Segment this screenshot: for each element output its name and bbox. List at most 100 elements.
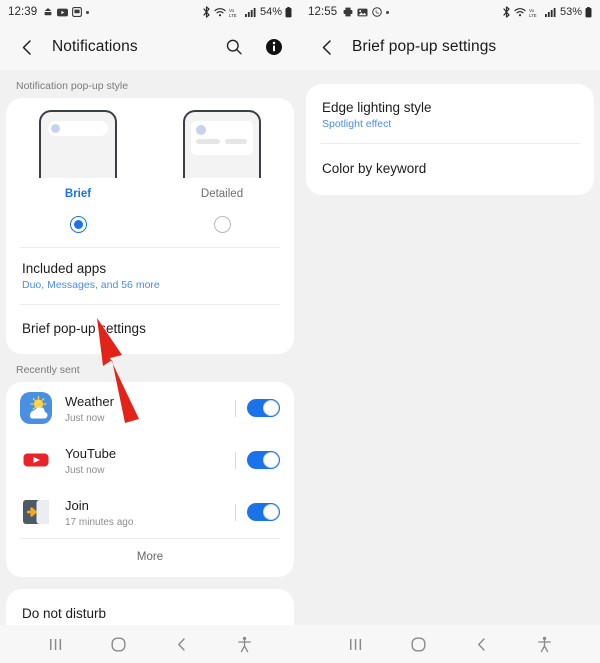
app-name: Join	[65, 497, 89, 513]
text-bar	[225, 139, 247, 144]
status-time: 12:39	[8, 6, 38, 18]
app-time: Just now	[65, 464, 105, 476]
screenshot-pair: 12:39 Vo LTE 54% Notifications Notificat…	[0, 0, 600, 663]
recents-icon[interactable]	[341, 631, 371, 657]
accessibility-icon[interactable]	[230, 631, 260, 657]
style-label-brief: Brief	[64, 188, 92, 200]
battery-percent: 53%	[559, 6, 582, 18]
right-phone-screen: 12:55 Vo LTE 53% Brief pop-up settings E…	[300, 0, 600, 663]
dnd-card: Do not disturb	[6, 589, 294, 625]
toggle-knob	[263, 452, 279, 468]
home-icon[interactable]	[404, 631, 434, 657]
list-item[interactable]: Join 17 minutes ago	[6, 486, 294, 538]
included-apps-row[interactable]: Included apps Duo, Messages, and 56 more	[6, 248, 294, 304]
status-notification-icons	[43, 7, 90, 17]
edge-lighting-style-row[interactable]: Edge lighting style Spotlight effect	[306, 84, 594, 143]
radio-brief[interactable]	[69, 216, 87, 233]
settings-content: Notification pop-up style Brief Detailed…	[0, 70, 300, 625]
lte-data-icon: Vo LTE	[229, 7, 242, 18]
notification-avatar-dot	[51, 124, 60, 133]
toggle-knob	[263, 400, 279, 416]
color-by-keyword-row[interactable]: Color by keyword	[306, 144, 594, 195]
divider	[235, 399, 236, 417]
brief-popup-settings-title: Brief pop-up settings	[22, 321, 146, 336]
radio-detailed[interactable]	[213, 216, 231, 233]
text-bar	[196, 139, 220, 144]
style-radio-group	[6, 206, 294, 247]
battery-percent: 54%	[259, 6, 282, 18]
recently-sent-card: Weather Just now YouTube Just now Join 1…	[6, 382, 294, 577]
search-icon[interactable]	[222, 35, 246, 59]
brief-popup-settings-row[interactable]: Brief pop-up settings	[6, 305, 294, 354]
style-option-detailed[interactable]: Detailed	[150, 110, 294, 200]
app-info: YouTube Just now	[65, 445, 235, 476]
recents-icon[interactable]	[41, 631, 71, 657]
included-apps-subtitle: Duo, Messages, and 56 more	[22, 279, 160, 291]
edge-lighting-style-title: Edge lighting style	[322, 100, 432, 115]
back-icon[interactable]	[467, 631, 497, 657]
radio-cell-brief	[6, 216, 150, 233]
edge-lighting-style-subtitle: Spotlight effect	[322, 118, 392, 130]
lte-data-icon: Vo LTE	[529, 7, 542, 18]
message-icon	[72, 7, 83, 17]
youtube-app-icon	[20, 444, 52, 476]
app-info: Weather Just now	[65, 393, 235, 424]
popup-style-card: Brief Detailed Included apps Duo, Messag…	[6, 98, 294, 354]
battery-icon	[585, 6, 592, 18]
battery-icon	[285, 6, 292, 18]
youtube-icon	[57, 8, 69, 17]
style-option-brief[interactable]: Brief	[6, 110, 150, 200]
brief-preview-image	[39, 110, 117, 178]
notification-text-bars	[196, 139, 249, 144]
more-button[interactable]: More	[6, 539, 294, 577]
status-notification-icons	[343, 7, 390, 17]
app-bar: Notifications	[0, 24, 300, 70]
svg-text:LTE: LTE	[229, 13, 237, 18]
home-icon[interactable]	[104, 631, 134, 657]
app-info: Join 17 minutes ago	[65, 497, 235, 528]
navigation-bar	[0, 625, 300, 663]
toggle-knob	[263, 504, 279, 520]
brief-notification-mock	[48, 121, 108, 136]
wifi-icon	[514, 7, 526, 17]
status-bar: 12:39 Vo LTE 54%	[0, 0, 300, 24]
detailed-notification-mock	[191, 121, 253, 155]
signal-bars-icon	[244, 7, 256, 17]
do-not-disturb-title: Do not disturb	[22, 606, 107, 621]
divider	[235, 451, 236, 469]
back-arrow-icon[interactable]	[14, 34, 40, 60]
app-notification-icon	[43, 7, 53, 17]
app-toggle[interactable]	[247, 503, 280, 521]
popup-style-section-label: Notification pop-up style	[16, 80, 129, 92]
radio-cell-detailed	[150, 216, 294, 233]
notification-avatar-dot	[196, 125, 206, 135]
print-icon	[343, 7, 353, 17]
color-by-keyword-title: Color by keyword	[322, 161, 427, 176]
brief-settings-content: Edge lighting style Spotlight effect Col…	[300, 70, 600, 625]
list-item[interactable]: YouTube Just now	[6, 434, 294, 486]
brief-settings-card: Edge lighting style Spotlight effect Col…	[306, 84, 594, 195]
app-time: Just now	[65, 412, 105, 424]
app-toggle[interactable]	[247, 399, 280, 417]
info-icon[interactable]	[262, 35, 286, 59]
divider	[235, 503, 236, 521]
list-item[interactable]: Weather Just now	[6, 382, 294, 434]
app-name: Weather	[65, 393, 114, 409]
style-label-detailed: Detailed	[200, 188, 244, 200]
app-toggle[interactable]	[247, 451, 280, 469]
left-phone-screen: 12:39 Vo LTE 54% Notifications Notificat…	[0, 0, 300, 663]
page-title: Notifications	[52, 38, 138, 55]
weather-app-icon	[20, 392, 52, 424]
status-system-icons: Vo LTE 53%	[502, 6, 592, 18]
dot-icon	[86, 10, 90, 14]
image-icon	[357, 8, 368, 17]
status-bar: 12:55 Vo LTE 53%	[300, 0, 600, 24]
back-icon[interactable]	[167, 631, 197, 657]
app-name: YouTube	[65, 445, 117, 461]
accessibility-icon[interactable]	[530, 631, 560, 657]
navigation-bar	[300, 625, 600, 663]
back-arrow-icon[interactable]	[314, 34, 340, 60]
bluetooth-icon	[202, 6, 211, 18]
do-not-disturb-row[interactable]: Do not disturb	[6, 589, 294, 625]
